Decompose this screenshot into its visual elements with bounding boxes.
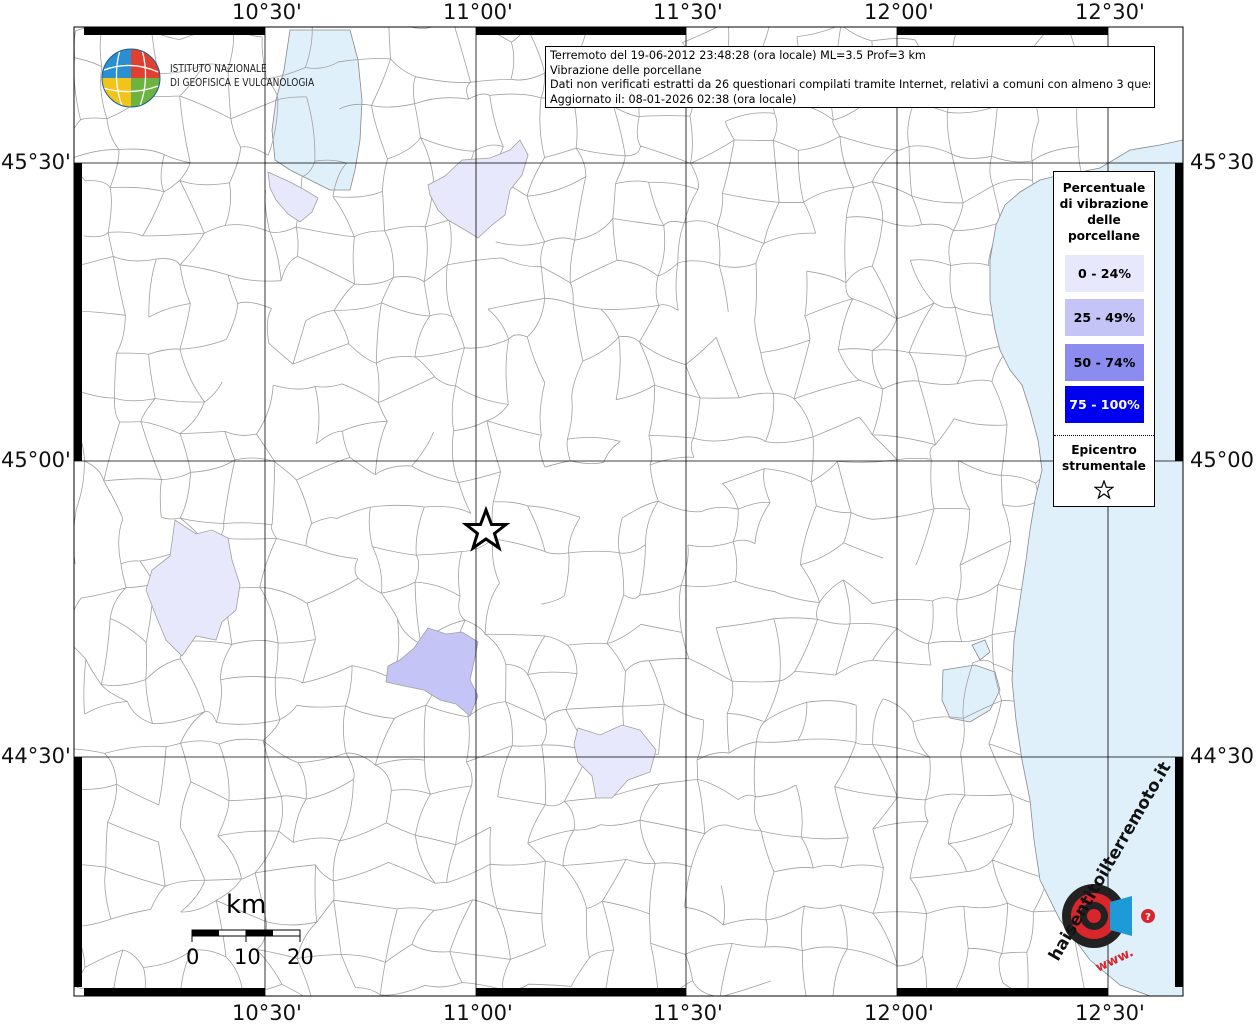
bottom-longitude-label: 11°00'	[443, 1001, 513, 1025]
legend-epicenter-line: Epicentro	[1071, 443, 1137, 457]
legend-item-50-74: 50 - 74%	[1065, 344, 1144, 381]
bottom-longitude-label: 11°30'	[653, 1001, 723, 1025]
legend-title: Percentuale di vibrazione delle porcella…	[1054, 180, 1154, 244]
legend-epicenter-label: Epicentro strumentale	[1054, 442, 1154, 474]
bottom-longitude-label: 12°30'	[1075, 1001, 1145, 1025]
top-longitude-label: 11°30'	[653, 0, 723, 24]
left-latitude-label: 44°30'	[1, 744, 71, 768]
event-info-box: Terremoto del 19-06-2012 23:48:28 (ora l…	[545, 46, 1155, 108]
legend-star-icon	[1094, 480, 1114, 500]
legend-item-25-49: 25 - 49%	[1065, 299, 1144, 336]
event-title: Terremoto del 19-06-2012 23:48:28 (ora l…	[550, 49, 926, 62]
bottom-longitude-label: 12°00'	[864, 1001, 934, 1025]
legend-item-0-24: 0 - 24%	[1065, 255, 1144, 292]
right-latitude-label: 45°30'	[1190, 150, 1256, 174]
bottom-longitude-label: 10°30'	[232, 1001, 302, 1025]
ingv-logo-icon	[101, 48, 161, 108]
map-subject: Vibrazione delle porcellane	[550, 63, 702, 77]
right-latitude-label: 44°30'	[1190, 744, 1256, 768]
legend-title-line: delle	[1087, 213, 1121, 227]
top-longitude-label: 11°00'	[443, 0, 513, 24]
top-longitude-label: 12°30'	[1075, 0, 1145, 24]
scale-tick-label: 10	[234, 945, 261, 969]
svg-text:?: ?	[1145, 912, 1151, 923]
update-time: Aggiornato il: 08-01-2026 02:38 (ora loc…	[550, 92, 797, 106]
left-latitude-label: 45°00'	[1, 448, 71, 472]
ingv-line-2: DI GEOFISICA E VULCANOLOGIA	[170, 76, 315, 89]
legend-title-line: Percentuale	[1062, 181, 1146, 195]
legend-title-line: di vibrazione	[1059, 197, 1149, 211]
top-longitude-label: 10°30'	[232, 0, 302, 24]
top-longitude-label: 12°00'	[864, 0, 934, 24]
map-canvas: ? haisentitoilterremoto.it www.	[73, 26, 1184, 997]
left-latitude-label: 45°30'	[1, 150, 71, 174]
legend-title-line: porcellane	[1067, 229, 1141, 243]
legend: Percentuale di vibrazione delle porcella…	[1053, 171, 1155, 507]
ingv-logo-text: ISTITUTO NAZIONALE DI GEOFISICA E VULCAN…	[170, 62, 314, 90]
scale-tick-label: 0	[186, 945, 200, 969]
scale-unit: km	[226, 890, 267, 920]
legend-item-75-100: 75 - 100%	[1065, 386, 1144, 423]
ingv-line-1: ISTITUTO NAZIONALE	[170, 62, 267, 75]
data-note: Dati non verificati estratti da 26 quest…	[550, 78, 1150, 91]
right-latitude-label: 45°00'	[1190, 448, 1256, 472]
legend-epicenter-line: strumentale	[1062, 459, 1146, 473]
legend-divider	[1054, 435, 1154, 436]
scale-tick-label: 20	[287, 945, 314, 969]
